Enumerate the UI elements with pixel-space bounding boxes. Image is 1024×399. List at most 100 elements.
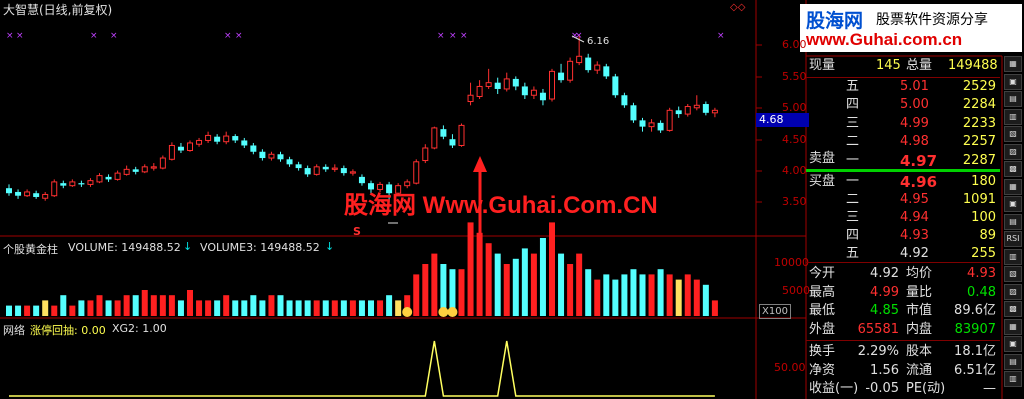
bid-price: 4.95 [900,192,929,207]
volume-bar [123,295,130,316]
chart-icon[interactable]: ▨ [1004,283,1022,300]
candle-body [259,151,266,159]
candle-body [241,140,248,146]
diamond-icon[interactable]: ◇◇ [730,2,745,13]
chart-icon[interactable]: ▨ [1004,143,1022,160]
candle-body [304,168,311,175]
ask-volume: 2284 [962,97,996,113]
smiley-icon [447,307,458,317]
bid-row[interactable]: 一 4.96 180 [806,173,1000,191]
logo-url: www.Guhai.com.cn [806,30,963,49]
smiley-icon [438,307,449,317]
chart-icon[interactable]: ▤ [1004,353,1022,370]
chart-icon[interactable]: ▣ [1004,196,1022,212]
chart-icon[interactable]: ▩ [1004,301,1022,317]
candle-body [594,64,601,71]
volume-bar [648,274,655,316]
candle-body [684,106,691,115]
chart-icon[interactable]: ▧ [1004,126,1022,142]
zongliang-value: 149488 [948,58,998,73]
chart-icon[interactable]: ▣ [1004,336,1022,352]
candle-body [150,166,157,169]
bid-level: 五 [846,246,860,261]
rsi-button[interactable]: RSI [1004,231,1022,247]
candle-body [214,136,221,142]
candle-body [87,180,94,185]
ask-row[interactable]: 三 4.99 2233 [806,115,1000,133]
candle-body [494,82,501,89]
candle-body [449,139,456,146]
volume-bar [395,300,402,316]
volume-bar [295,300,302,316]
volume-bar [413,274,420,316]
ask-row[interactable]: 五 5.01 2529 [806,78,1000,96]
candle-body [96,175,103,183]
volume-bar [558,253,565,316]
chart-icon[interactable]: ▦ [1004,318,1022,335]
chart-icon[interactable]: ▦ [1004,178,1022,195]
stat-value: 83907 [954,321,996,337]
volume-bar [105,300,112,316]
volume-bar [223,295,230,316]
bid-row[interactable]: 四 4.93 89 [806,227,1000,245]
arrow-down-icon: ↓ [183,240,193,253]
stat-label: 最低 [809,303,836,318]
x-marker-icon: × [717,31,725,41]
fin-value: 6.51亿 [954,362,996,378]
candle-body [585,57,592,71]
volume-bar [42,300,49,316]
candle-body [286,159,293,165]
volume-bar [6,305,12,316]
price-tick: 4.00 [782,164,807,177]
chart-icon[interactable]: ▥ [1004,371,1022,387]
chart-icon[interactable]: ▤ [1004,91,1022,107]
candle-body [223,135,230,143]
stat-value: 4.99 [870,284,899,300]
ask-price: 5.00 [900,97,929,113]
bottom-tick: 50.00 [774,361,806,374]
ask-row[interactable]: 二 4.98 2257 [806,133,1000,151]
x-marker-icon: × [460,31,468,41]
current-price-tag: 4.68 [756,113,809,127]
chart-icon[interactable]: ▩ [1004,161,1022,177]
candle-body [322,166,329,170]
candle-body [168,144,175,160]
volume-bar [666,274,673,316]
bottom-line1: 涨停回抽: 0.00 [30,324,106,337]
bid-level: 四 [846,228,860,243]
stat-row: 外盘 65581 内盘 83907 [806,321,1000,339]
bid-level: 一 [846,174,860,189]
candle-body [232,136,239,141]
volume-bar [612,279,619,316]
bid-volume: 100 [971,210,996,225]
candle-body [711,109,718,114]
bid-volume: 89 [979,228,996,243]
chart-icon[interactable]: ▧ [1004,266,1022,282]
ask-row[interactable]: 四 5.00 2284 [806,96,1000,114]
fin-label: 流通 [906,362,933,378]
bid-volume: 1091 [962,192,996,207]
price-tick: 6.00 [782,38,807,51]
stat-value: 65581 [857,321,899,337]
volume-bar [322,300,329,316]
arrow-down-icon: ↓ [325,240,335,253]
volume-bar [503,264,510,316]
bid-row[interactable]: 五 4.92 255 [806,245,1000,263]
x-marker-icon: × [6,31,14,41]
list-icon[interactable]: ▥ [1004,108,1022,125]
chart-icon[interactable]: ▥ [1004,248,1022,265]
stat-value: 0.48 [967,284,996,300]
chart-icon[interactable]: ▣ [1004,73,1022,90]
volume-bar [168,295,175,316]
chart-icon[interactable]: ▤ [1004,213,1022,230]
volume-bar [69,305,76,316]
volume-bar [521,248,528,316]
bid-row[interactable]: 三 4.94 100 [806,209,1000,227]
bid-level: 三 [846,210,860,225]
chart-title: 大智慧(日线,前复权) [3,3,113,17]
candle-body [639,120,646,127]
candle-body [313,166,320,175]
candle-body [666,109,673,131]
grid-icon[interactable]: ▦ [1004,56,1022,72]
bid-row[interactable]: 二 4.95 1091 [806,191,1000,209]
